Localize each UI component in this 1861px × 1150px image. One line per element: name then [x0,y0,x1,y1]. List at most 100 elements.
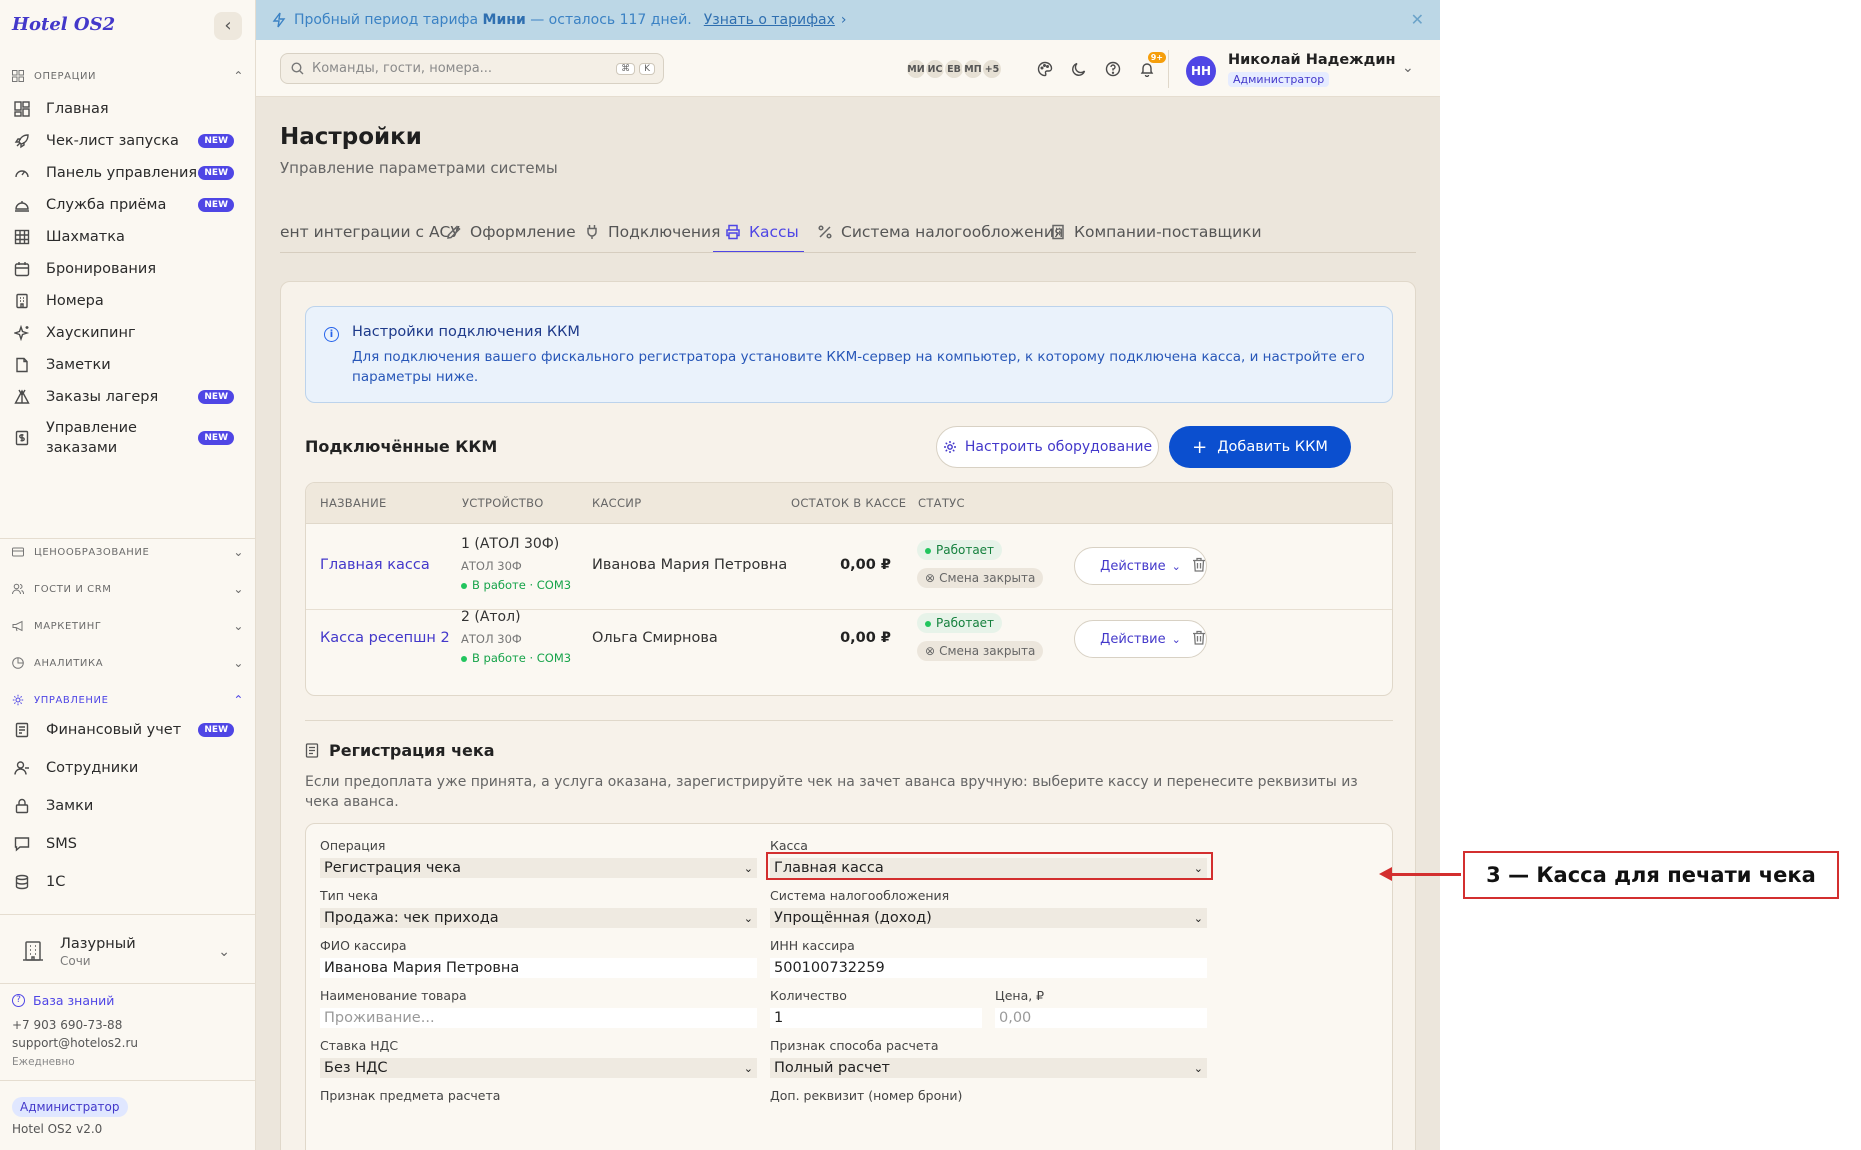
receipt-type-select[interactable]: Продажа: чек прихода ⌄ [320,908,757,928]
goods-name-input[interactable]: Проживание... [320,1008,757,1028]
user-avatar[interactable]: НН [1186,56,1216,86]
support-phone[interactable]: +7 903 690-73-88 [12,1018,122,1032]
sidebar-item-sms[interactable]: SMS [12,827,244,861]
status-text: Работает [936,616,995,630]
sidebar-item-front-desk[interactable]: Служба приёма NEW [12,188,244,222]
chevron-down-icon: ⌄ [743,861,753,875]
support-schedule: Ежедневно [12,1056,75,1068]
sidebar-item-housekeeping[interactable]: Хаускипинг [12,316,244,350]
trash-icon[interactable] [1192,557,1206,572]
new-badge: NEW [198,198,234,212]
tab-registers[interactable]: Кассы [725,211,799,252]
kkm-name-link[interactable]: Главная касса [320,557,430,573]
notification-count: 9+ [1147,52,1166,63]
configure-equipment-label: Настроить оборудование [964,439,1153,455]
tax-system-select[interactable]: Упрощённая (доход) ⌄ [770,908,1207,928]
sidebar-divider [0,914,256,915]
sidebar-item-rooms[interactable]: Номера [12,284,244,318]
pricing-link[interactable]: Узнать о тарифах [704,12,835,28]
sidebar-item-bookings[interactable]: Бронирования [12,252,244,286]
header-divider [1168,50,1169,88]
chevron-down-icon: ⌄ [1171,632,1181,646]
moon-icon[interactable] [1066,56,1092,82]
lock-icon [12,796,32,816]
hotel-switcher[interactable]: Лазурный Сочи ⌄ [12,922,244,982]
search-icon [291,62,304,75]
knowledge-base-link[interactable]: ? База знаний [12,993,114,1008]
kkm-name-link[interactable]: Касса ресепшн 2 [320,630,450,646]
payment-method-select[interactable]: Полный расчет ⌄ [770,1058,1207,1078]
quantity-input[interactable]: 1 [770,1008,982,1028]
status-dot [461,582,467,589]
status-badge: Работает [917,613,1003,633]
add-kkm-button[interactable]: + Добавить ККМ [1169,426,1351,468]
kkm-table: НАЗВАНИЕ УСТРОЙСТВО КАССИР ОСТАТОК В КАС… [305,482,1393,696]
row-action-button[interactable]: Действие ⌄ [1074,547,1207,585]
payment-method-label: Признак способа расчета [770,1038,939,1053]
sidebar-item-camp-orders[interactable]: Заказы лагеря NEW [12,380,244,414]
vat-rate-select[interactable]: Без НДС ⌄ [320,1058,757,1078]
kkm-info-alert: i Настройки подключения ККМ Для подключе… [305,306,1393,403]
cashier-name-input[interactable]: Иванова Мария Петровна [320,958,757,978]
banner-plan: Мини [482,12,526,28]
sidebar-item-1c[interactable]: 1С [12,865,244,899]
app-window: Hotel OS2 ‹ ОПЕРАЦИИ ⌃ Главная Чек-лист … [0,0,1440,1150]
concierge-bell-icon [12,195,32,215]
tab-asu-integration[interactable]: ент интеграции с АСУ [280,211,460,252]
section-pricing[interactable]: ЦЕНООБРАЗОВАНИЕ ⌄ [12,542,244,562]
sidebar-item-launch-checklist[interactable]: Чек-лист запуска NEW [12,124,244,158]
sidebar-item-control-panel[interactable]: Панель управления NEW [12,156,244,190]
user-name[interactable]: Николай Надеждин [1228,52,1396,68]
support-email[interactable]: support@hotelos2.ru [12,1036,138,1050]
section-operations[interactable]: ОПЕРАЦИИ ⌃ [12,66,244,86]
tab-appearance[interactable]: Оформление [446,211,576,252]
configure-equipment-button[interactable]: Настроить оборудование [936,426,1159,468]
app-logo[interactable]: Hotel OS2 [12,14,115,35]
tab-label: Подключения [608,223,721,241]
section-label: ОПЕРАЦИИ [34,70,97,82]
sidebar-item-finance[interactable]: Финансовый учет NEW [12,713,244,747]
trash-icon[interactable] [1192,630,1206,645]
status-dot [925,620,931,627]
section-management[interactable]: УПРАВЛЕНИЕ ⌃ [12,690,244,710]
palette-icon[interactable] [1032,56,1058,82]
online-users[interactable]: МИ ИС ЕВ МП +5 [905,58,1003,80]
row-action-button[interactable]: Действие ⌄ [1074,620,1207,658]
sidebar-item-label: Финансовый учет [46,722,182,738]
building-icon [1050,224,1066,240]
tab-suppliers[interactable]: Компании-поставщики [1050,211,1262,252]
cashier-name-label: ФИО кассира [320,938,407,953]
section-marketing[interactable]: МАРКЕТИНГ ⌄ [12,616,244,636]
gear-icon [12,694,26,706]
avatar-more[interactable]: +5 [981,58,1003,80]
tab-connections[interactable]: Подключения [584,211,721,252]
bell-icon[interactable]: 9+ [1134,52,1166,82]
price-input[interactable]: 0,00 [995,1008,1207,1028]
tab-tax-system[interactable]: Система налогообложения [817,211,1063,252]
cashier-inn-input[interactable]: 500100732259 [770,958,1207,978]
sidebar-divider [0,1080,256,1081]
sidebar-item-grid[interactable]: Шахматка [12,220,244,254]
sidebar-item-staff[interactable]: Сотрудники [12,751,244,785]
command-search[interactable]: Команды, гости, номера... ⌘ K [280,53,664,84]
sidebar-item-home[interactable]: Главная [12,92,244,126]
device-status-text: В работе · COM3 [472,578,572,592]
operation-select[interactable]: Регистрация чека ⌄ [320,858,757,878]
device-model: АТОЛ 30Ф [461,632,522,646]
sidebar-item-label: Шахматка [46,229,125,245]
sidebar-item-notes[interactable]: Заметки [12,348,244,382]
sidebar-item-locks[interactable]: Замки [12,789,244,823]
sidebar-item-order-management[interactable]: Управление заказами NEW [12,412,244,464]
sidebar-collapse-button[interactable]: ‹ [214,12,242,40]
section-guests-crm[interactable]: ГОСТИ И CRM ⌄ [12,579,244,599]
circle-x-icon: ⊗ [925,644,936,658]
receipt-icon [305,743,319,758]
chevron-down-icon[interactable]: ⌄ [1402,60,1414,76]
close-banner-button[interactable]: ✕ [1411,10,1424,29]
operation-label: Операция [320,838,386,853]
device-status-text: В работе · COM3 [472,651,572,665]
section-analytics[interactable]: АНАЛИТИКА ⌄ [12,653,244,673]
section-label: ЦЕНООБРАЗОВАНИЕ [34,546,150,558]
help-icon[interactable] [1100,56,1126,82]
search-input[interactable]: Команды, гости, номера... [312,61,612,76]
